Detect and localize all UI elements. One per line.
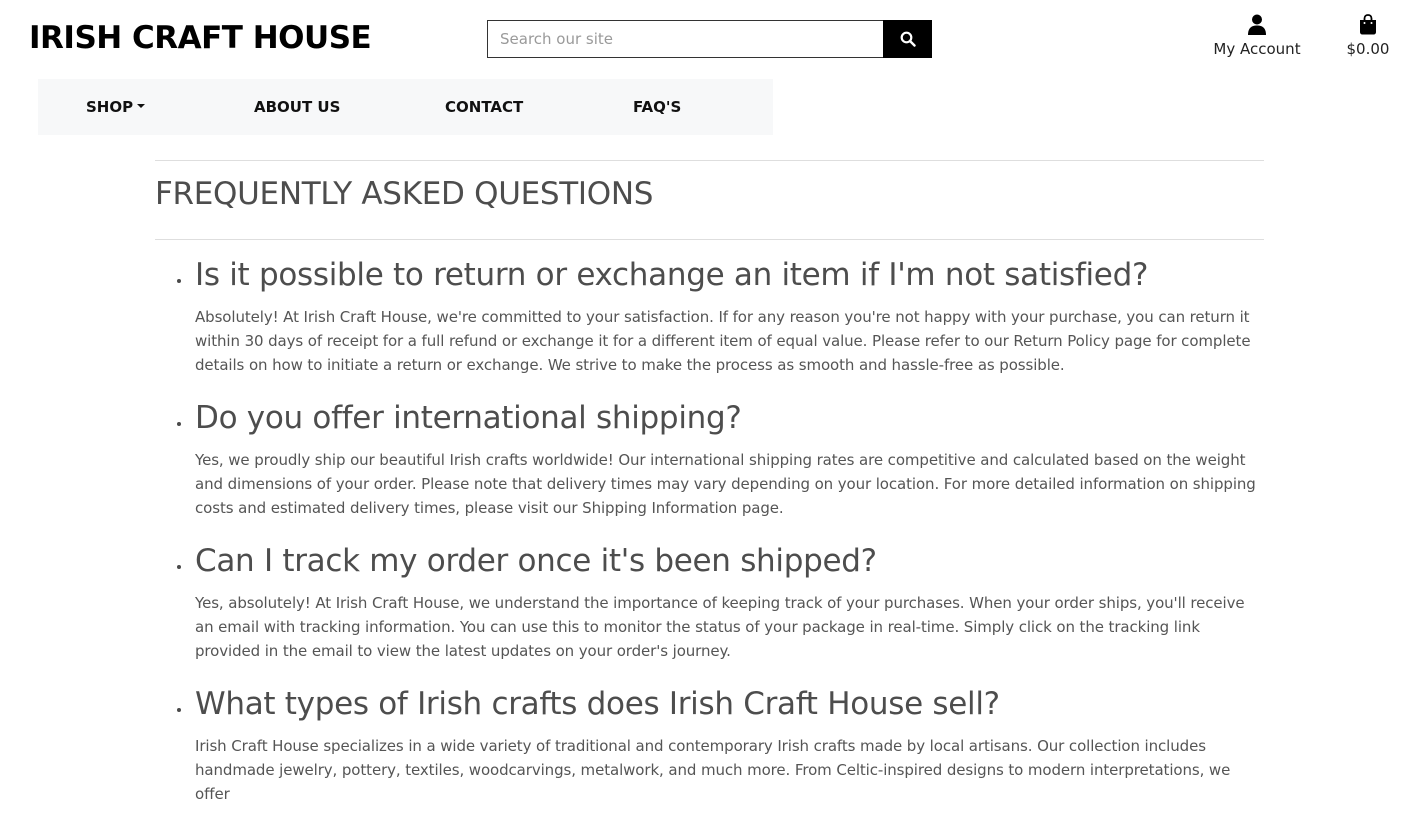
divider xyxy=(155,160,1264,161)
bullet-icon xyxy=(177,565,181,569)
my-account-label: My Account xyxy=(1213,40,1301,58)
my-account-link[interactable]: My Account xyxy=(1208,14,1306,58)
bullet-icon xyxy=(177,708,181,712)
site-logo[interactable]: IRISH CRAFT HOUSE xyxy=(29,20,372,56)
search-input[interactable] xyxy=(487,20,883,58)
faq-question: Is it possible to return or exchange an … xyxy=(195,257,1149,293)
nav-item-about-us[interactable]: ABOUT US xyxy=(254,79,340,135)
search-form xyxy=(487,20,932,58)
shopping-bag-icon xyxy=(1360,14,1376,35)
divider xyxy=(155,239,1264,240)
cart-total: $0.00 xyxy=(1346,40,1390,58)
faq-answer: Yes, absolutely! At Irish Craft House, w… xyxy=(195,594,1245,660)
faq-item: What types of Irish crafts does Irish Cr… xyxy=(155,681,1265,824)
faq-answer: Yes, we proudly ship our beautiful Irish… xyxy=(195,451,1256,517)
nav-item-shop[interactable]: SHOP xyxy=(86,79,146,135)
search-button[interactable] xyxy=(883,20,932,58)
faq-item: Do you offer international shipping? Yes… xyxy=(155,395,1265,538)
faq-answer: Absolutely! At Irish Craft House, we're … xyxy=(195,308,1251,374)
nav-item-faqs[interactable]: FAQ'S xyxy=(633,79,681,135)
nav-item-contact[interactable]: CONTACT xyxy=(445,79,523,135)
faq-item: Can I track my order once it's been ship… xyxy=(155,538,1265,681)
bullet-icon xyxy=(177,279,181,283)
main-nav: SHOP ABOUT US CONTACT FAQ'S xyxy=(38,79,773,135)
faq-answer: Irish Craft House specializes in a wide … xyxy=(195,737,1231,803)
page-title: FREQUENTLY ASKED QUESTIONS xyxy=(155,176,654,212)
faq-question: Can I track my order once it's been ship… xyxy=(195,543,877,579)
cart-link[interactable]: $0.00 xyxy=(1340,14,1396,58)
faq-question: What types of Irish crafts does Irish Cr… xyxy=(195,686,1000,722)
user-icon xyxy=(1248,14,1266,35)
search-icon xyxy=(900,31,916,47)
faq-item: Is it possible to return or exchange an … xyxy=(155,252,1265,395)
caret-down-icon xyxy=(137,104,146,108)
nav-item-label: SHOP xyxy=(86,98,134,116)
bullet-icon xyxy=(177,422,181,426)
faq-list: Is it possible to return or exchange an … xyxy=(155,252,1265,824)
faq-question: Do you offer international shipping? xyxy=(195,400,742,436)
